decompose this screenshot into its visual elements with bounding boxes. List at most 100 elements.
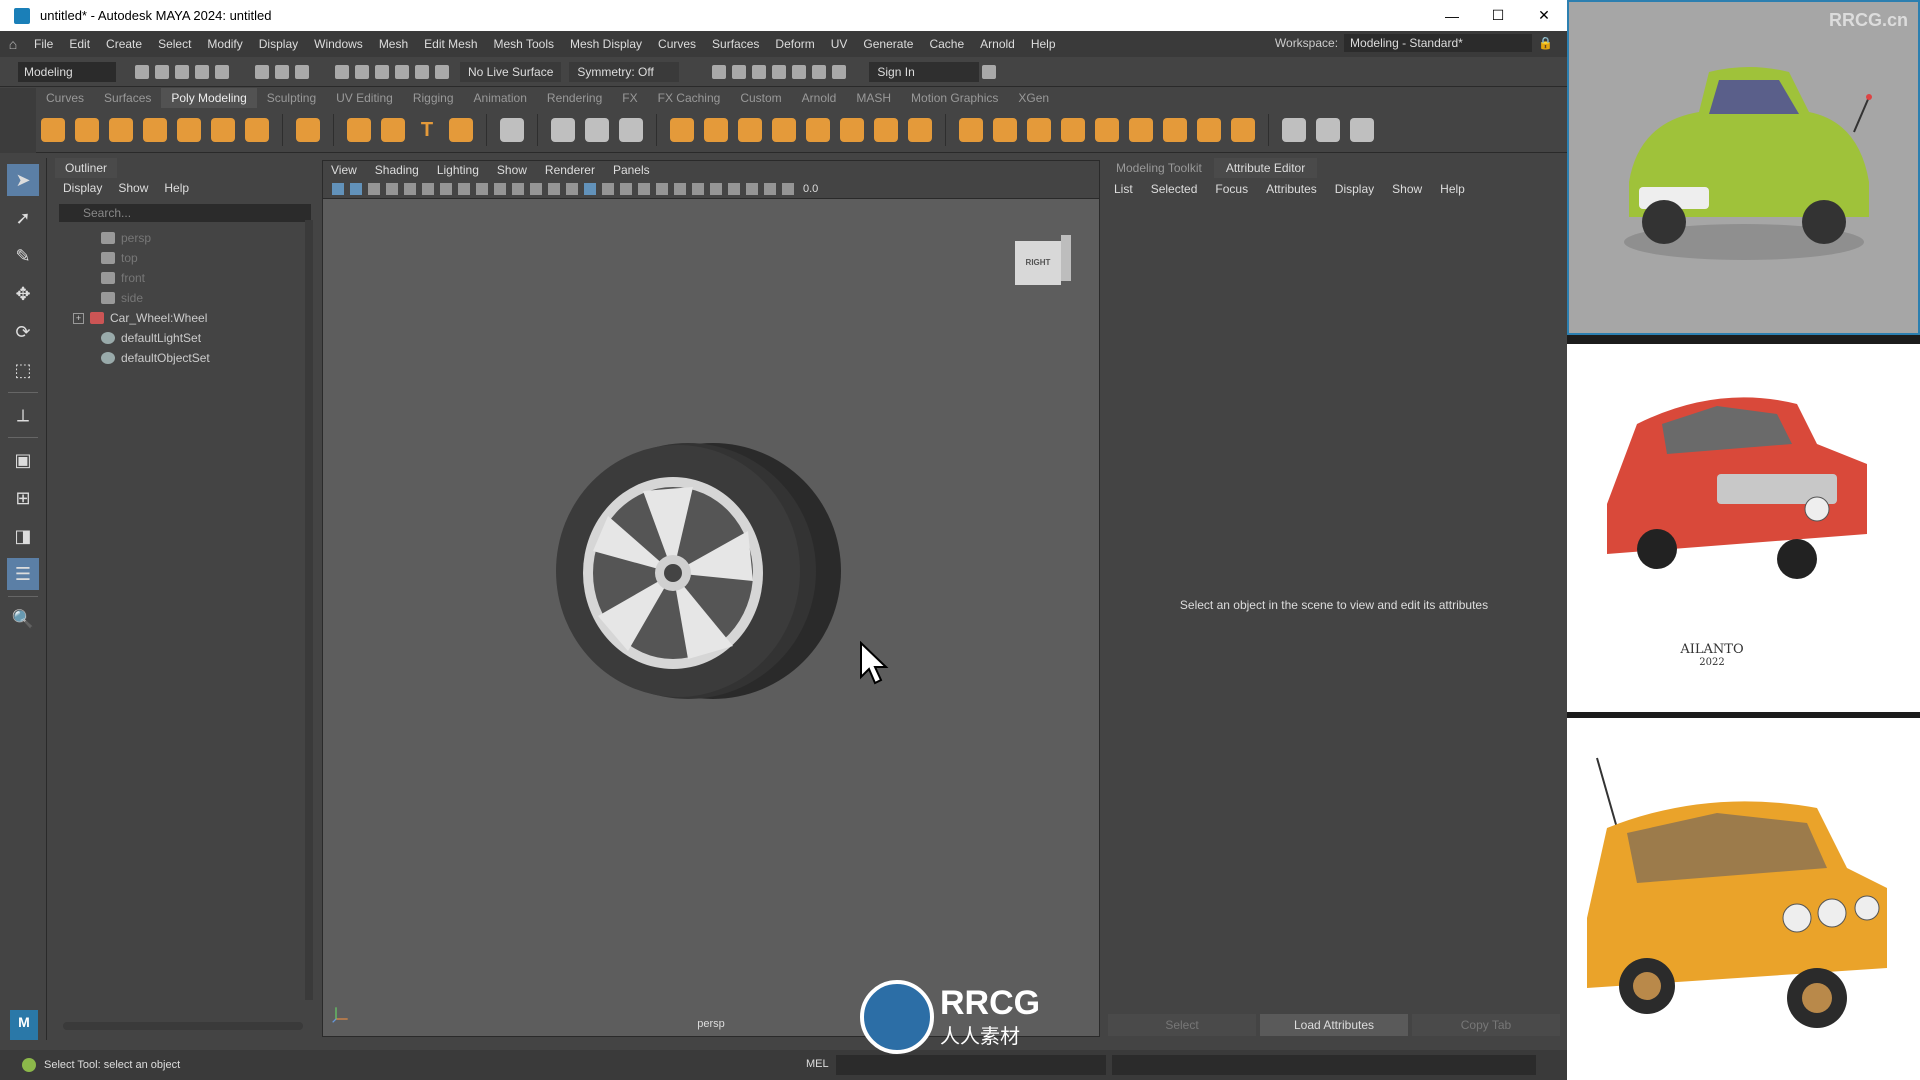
wireframe-icon[interactable] [566, 182, 578, 195]
tab-modeling-toolkit[interactable]: Modeling Toolkit [1104, 158, 1214, 178]
menu-mesh[interactable]: Mesh [371, 37, 416, 51]
select-tool-icon[interactable]: ➤ [7, 164, 39, 196]
menu-deform[interactable]: Deform [767, 37, 822, 51]
snap-point-icon[interactable] [375, 64, 389, 79]
menu-cache[interactable]: Cache [921, 37, 972, 51]
smooth-shade-icon[interactable] [584, 182, 596, 195]
menu-curves[interactable]: Curves [650, 37, 704, 51]
render-settings-icon[interactable] [772, 64, 787, 79]
attr-menu-show[interactable]: Show [1392, 182, 1422, 196]
attr-menu-help[interactable]: Help [1440, 182, 1465, 196]
paint-select-icon[interactable]: ✎ [7, 240, 39, 272]
outliner-layout-icon[interactable]: ☰ [7, 558, 39, 590]
menu-modify[interactable]: Modify [199, 37, 250, 51]
anti-aliasing-icon[interactable] [710, 182, 722, 195]
bookmark-icon[interactable] [368, 182, 380, 195]
render-view-icon[interactable] [732, 64, 747, 79]
viewport-menu-renderer[interactable]: Renderer [545, 163, 595, 177]
merge-icon[interactable] [1129, 118, 1153, 142]
lights-icon[interactable] [638, 182, 650, 195]
combine-icon[interactable] [670, 118, 694, 142]
shelf-tab-rigging[interactable]: Rigging [403, 91, 464, 105]
menu-surfaces[interactable]: Surfaces [704, 37, 767, 51]
open-scene-icon[interactable] [155, 64, 169, 79]
select-camera-icon[interactable] [332, 182, 344, 195]
attr-menu-list[interactable]: List [1114, 182, 1133, 196]
field-chart-icon[interactable] [512, 182, 524, 195]
expand-icon[interactable]: + [73, 312, 84, 324]
list-item[interactable]: defaultLightSet [83, 328, 317, 348]
ipr-render-icon[interactable] [752, 64, 767, 79]
viewcube-side[interactable] [1061, 235, 1071, 281]
shelf-tab-poly-modeling[interactable]: Poly Modeling [161, 88, 257, 108]
center-pivot-icon[interactable] [551, 118, 575, 142]
viewport-menu-shading[interactable]: Shading [375, 163, 419, 177]
load-attributes-button[interactable]: Load Attributes [1260, 1014, 1408, 1036]
select-object-icon[interactable] [275, 64, 289, 79]
shelf-tab-rendering[interactable]: Rendering [537, 91, 612, 105]
minimize-button[interactable]: — [1429, 0, 1475, 31]
menu-edit-mesh[interactable]: Edit Mesh [416, 37, 485, 51]
poly-cone-icon[interactable] [143, 118, 167, 142]
snap-surface-icon[interactable] [415, 64, 429, 79]
list-item[interactable]: + Car_Wheel:Wheel [73, 308, 317, 328]
menu-edit[interactable]: Edit [61, 37, 98, 51]
script-language-label[interactable]: MEL [806, 1058, 829, 1070]
maximize-button[interactable]: ☐ [1475, 0, 1521, 31]
append-polygon-icon[interactable] [1061, 118, 1085, 142]
menu-help[interactable]: Help [1023, 37, 1064, 51]
new-scene-icon[interactable] [135, 64, 149, 79]
resolution-gate-icon[interactable] [476, 182, 488, 195]
film-gate-icon[interactable] [458, 182, 470, 195]
sign-in-button[interactable]: Sign In [869, 61, 980, 82]
attr-menu-focus[interactable]: Focus [1215, 182, 1248, 196]
image-plane-icon[interactable] [386, 182, 398, 195]
shelf-tab-animation[interactable]: Animation [464, 91, 537, 105]
close-button[interactable]: ✕ [1521, 0, 1567, 31]
shelf-tab-motion-graphics[interactable]: Motion Graphics [901, 91, 1008, 105]
attr-menu-selected[interactable]: Selected [1151, 182, 1198, 196]
shadows-icon[interactable] [656, 182, 668, 195]
separate-icon[interactable] [704, 118, 728, 142]
menu-set-select[interactable]: Modeling [18, 61, 116, 82]
menu-display[interactable]: Display [251, 37, 306, 51]
multi-cut-icon[interactable] [1282, 118, 1306, 142]
menu-mesh-tools[interactable]: Mesh Tools [486, 37, 562, 51]
bevel-icon[interactable] [908, 118, 932, 142]
safe-action-icon[interactable] [530, 182, 542, 195]
gate-mask-icon[interactable] [494, 182, 506, 195]
copy-tab-button[interactable]: Copy Tab [1412, 1014, 1560, 1036]
camera-attributes-icon[interactable] [350, 182, 362, 195]
attr-menu-attributes[interactable]: Attributes [1266, 182, 1317, 196]
pause-icon[interactable] [832, 64, 847, 79]
fill-hole-icon[interactable] [1095, 118, 1119, 142]
menu-select[interactable]: Select [150, 37, 199, 51]
live-surface-field[interactable]: No Live Surface [460, 61, 562, 82]
redo-icon[interactable] [215, 64, 229, 79]
textured-icon[interactable] [620, 182, 632, 195]
outliner-menu-display[interactable]: Display [63, 181, 102, 195]
workspace-select[interactable]: Modeling - Standard* [1344, 34, 1533, 52]
outliner-menu-show[interactable]: Show [118, 181, 148, 195]
menu-file[interactable]: File [26, 37, 61, 51]
list-item[interactable]: top [83, 248, 317, 268]
lasso-tool-icon[interactable]: ➚ [7, 202, 39, 234]
tab-attribute-editor[interactable]: Attribute Editor [1213, 158, 1318, 178]
select-component-icon[interactable] [295, 64, 309, 79]
list-item[interactable]: front [83, 268, 317, 288]
exposure-icon[interactable] [782, 182, 794, 195]
viewport-menu-view[interactable]: View [331, 163, 357, 177]
move-tool-icon[interactable]: ✥ [7, 278, 39, 310]
isolate-select-icon[interactable] [728, 182, 740, 195]
freeze-transform-icon[interactable] [585, 118, 609, 142]
grid-icon[interactable] [440, 182, 452, 195]
hypershade-icon[interactable] [792, 64, 807, 79]
super-shape-icon[interactable] [347, 118, 371, 142]
viewport-menu-lighting[interactable]: Lighting [437, 163, 479, 177]
rotate-tool-icon[interactable]: ⟳ [7, 316, 39, 348]
sweep-mesh-icon[interactable] [381, 118, 405, 142]
menu-generate[interactable]: Generate [855, 37, 921, 51]
wireframe-on-shaded-icon[interactable] [602, 182, 614, 195]
shelf-tab-arnold[interactable]: Arnold [792, 91, 847, 105]
wedge-icon[interactable] [1231, 118, 1255, 142]
